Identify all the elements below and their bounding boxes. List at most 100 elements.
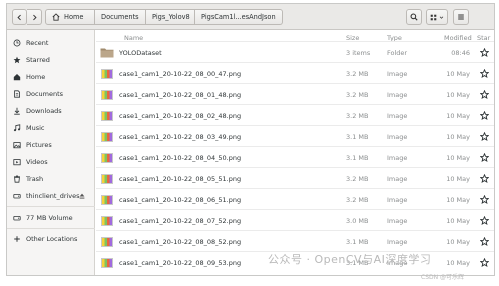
type-cell: Image	[387, 69, 408, 78]
breadcrumb-label: PigsCam1l...esAndJson	[201, 13, 276, 21]
breadcrumb-home[interactable]: Home	[45, 9, 95, 25]
modified-cell: 10 May	[446, 69, 470, 78]
modified-cell: 10 May	[446, 216, 470, 225]
image-thumbnail-icon	[101, 194, 113, 205]
file-name: YOLODataset	[119, 48, 162, 57]
file-row[interactable]: case1_cam1_20-10-22_08_02_48.png 3.2 MB Im…	[96, 104, 494, 126]
folder-icon	[100, 48, 114, 58]
sidebar-separator	[7, 206, 95, 207]
file-row[interactable]: case1_cam1_20-10-22_08_04_50.png 3.1 MB Im…	[96, 146, 494, 168]
file-row[interactable]: case1_cam1_20-10-22_08_03_49.png 3.1 MB Im…	[96, 125, 494, 147]
star-toggle[interactable]	[480, 84, 489, 105]
sidebar-item-thinclient-drives[interactable]: thinclient_drives	[7, 189, 95, 203]
file-row[interactable]: case1_cam1_20-10-22_08_00_47.png 3.2 MB Im…	[96, 62, 494, 84]
file-list-view: Name Size Type Modified Star YOLODataset…	[96, 30, 494, 275]
grid-icon	[430, 14, 437, 20]
star-toggle[interactable]	[480, 147, 489, 168]
download-icon	[14, 107, 20, 115]
file-name: case1_cam1_20-10-22_08_06_51.png	[119, 195, 242, 204]
eject-icon[interactable]	[78, 192, 86, 200]
folder-row[interactable]: YOLODataset 3 items Folder 08:46	[96, 41, 494, 63]
modified-cell: 10 May	[446, 258, 470, 267]
star-toggle[interactable]	[480, 63, 489, 84]
sidebar-item-pictures[interactable]: Pictures	[7, 138, 95, 152]
file-row[interactable]: case1_cam1_20-10-22_08_08_52.png 3.1 MB Im…	[96, 230, 494, 252]
chevron-down-icon	[439, 16, 444, 19]
view-toggle-button[interactable]	[426, 9, 448, 25]
star-outline-icon	[480, 153, 489, 162]
file-name: case1_cam1_20-10-22_08_09_53.png	[119, 258, 242, 267]
star-toggle[interactable]	[480, 168, 489, 189]
star-toggle[interactable]	[480, 42, 489, 63]
type-cell: Image	[387, 90, 408, 99]
name-cell: case1_cam1_20-10-22_08_06_51.png	[100, 189, 241, 210]
size-cell: 3 items	[346, 48, 371, 57]
sidebar-item-trash[interactable]: Trash	[7, 172, 95, 186]
type-cell: Image	[387, 174, 408, 183]
file-row[interactable]: case1_cam1_20-10-22_08_01_48.png 3.2 MB Im…	[96, 83, 494, 105]
star-outline-icon	[480, 174, 489, 183]
star-outline-icon	[480, 111, 489, 120]
image-thumbnail-icon	[101, 89, 113, 100]
sidebar-item-music[interactable]: Music	[7, 121, 95, 135]
size-cell: 3.2 MB	[346, 69, 369, 78]
main-menu-button[interactable]	[453, 9, 469, 25]
chevron-left-icon	[17, 14, 21, 20]
image-thumbnail-icon	[101, 131, 113, 142]
sidebar-item-home[interactable]: Home	[7, 70, 95, 84]
sidebar-item-videos[interactable]: Videos	[7, 155, 95, 169]
star-outline-icon	[480, 69, 489, 78]
image-thumbnail-icon	[101, 236, 113, 247]
sidebar-item-label: Home	[26, 73, 46, 81]
star-toggle[interactable]	[480, 231, 489, 252]
sidebar-item-label: Videos	[26, 158, 48, 166]
size-cell: 3.0 MB	[346, 216, 369, 225]
breadcrumb-current-folder[interactable]: PigsCam1l...esAndJson	[195, 9, 283, 25]
star-toggle[interactable]	[480, 126, 489, 147]
name-cell: case1_cam1_20-10-22_08_09_53.png	[100, 252, 241, 273]
places-sidebar: Recent Starred Home Documents Downloads …	[7, 30, 95, 275]
file-name: case1_cam1_20-10-22_08_08_52.png	[119, 237, 242, 246]
sidebar-item-recent[interactable]: Recent	[7, 36, 95, 50]
sidebar-item-starred[interactable]: Starred	[7, 53, 95, 67]
name-cell: case1_cam1_20-10-22_08_00_47.png	[100, 63, 241, 84]
file-row[interactable]: case1_cam1_20-10-22_08_06_51.png 3.2 MB Im…	[96, 188, 494, 210]
size-cell: 3.2 MB	[346, 174, 369, 183]
file-row[interactable]: case1_cam1_20-10-22_08_05_51.png 3.2 MB Im…	[96, 167, 494, 189]
image-thumbnail-icon	[101, 110, 113, 121]
sidebar-item-label: Music	[26, 124, 45, 132]
forward-button[interactable]	[27, 9, 42, 25]
star-toggle[interactable]	[480, 252, 489, 273]
breadcrumb-label: Documents	[101, 13, 139, 21]
search-button[interactable]	[406, 9, 422, 25]
file-name: case1_cam1_20-10-22_08_04_50.png	[119, 153, 242, 162]
image-thumbnail-icon	[101, 257, 113, 268]
breadcrumb: Home Documents Pigs_Yolov8 PigsCam1l...e…	[45, 9, 283, 25]
type-cell: Image	[387, 153, 408, 162]
star-toggle[interactable]	[480, 210, 489, 231]
sidebar-item-label: Other Locations	[26, 235, 78, 243]
breadcrumb-documents[interactable]: Documents	[95, 9, 146, 25]
file-row[interactable]: case1_cam1_20-10-22_08_07_52.png 3.0 MB Im…	[96, 209, 494, 231]
back-button[interactable]	[12, 9, 27, 25]
size-cell: 3.1 MB	[346, 153, 369, 162]
sidebar-item-label: Starred	[26, 56, 50, 64]
sidebar-item-documents[interactable]: Documents	[7, 87, 95, 101]
modified-cell: 10 May	[446, 90, 470, 99]
star-toggle[interactable]	[480, 105, 489, 126]
sidebar-item-volume[interactable]: 77 MB Volume	[7, 211, 95, 225]
star-toggle[interactable]	[480, 189, 489, 210]
sidebar-item-downloads[interactable]: Downloads	[7, 104, 95, 118]
document-icon	[14, 90, 20, 98]
search-icon	[410, 13, 418, 21]
sidebar-item-label: Downloads	[26, 107, 62, 115]
size-cell: 3.2 MB	[346, 195, 369, 204]
modified-cell: 10 May	[446, 111, 470, 120]
breadcrumb-pigs-yolov8[interactable]: Pigs_Yolov8	[146, 9, 195, 25]
trash-icon	[14, 175, 20, 183]
star-outline-icon	[480, 48, 489, 57]
sidebar-item-label: Trash	[26, 175, 44, 183]
type-cell: Image	[387, 216, 408, 225]
sidebar-item-other-locations[interactable]: Other Locations	[7, 232, 95, 246]
name-cell: case1_cam1_20-10-22_08_02_48.png	[100, 105, 241, 126]
